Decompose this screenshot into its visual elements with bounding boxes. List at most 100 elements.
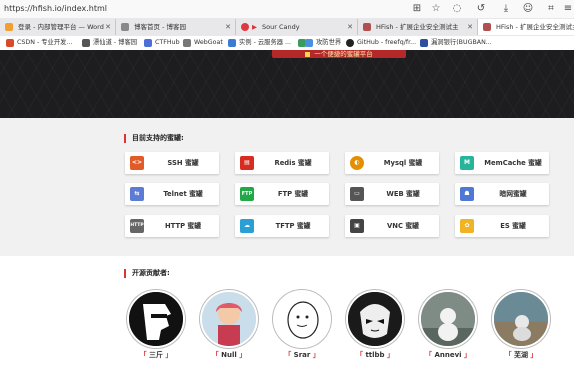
bookmark-icon (420, 39, 428, 47)
tab-favicon (483, 23, 491, 31)
honeypot-card-ssh[interactable]: <> SSH 蜜罐 (125, 152, 219, 174)
honeypot-label: MemCache 蜜罐 (484, 159, 542, 167)
honeypot-card-telnet[interactable]: ⇆ Telnet 蜜罐 (125, 183, 219, 205)
memcache-icon: M (460, 156, 474, 170)
contributor-name: 「 Null 」 (211, 351, 247, 359)
grid-icon[interactable]: ⊞ (411, 3, 423, 15)
slogan-text: 一个便捷的蜜罐平台 (314, 50, 373, 58)
tab-strip: 登录 - 内部管理平台 — Word ✕ 博客首页 - 博客园 ✕ ▶ Sour… (0, 18, 574, 37)
honeypot-card-es[interactable]: ✿ ES 蜜罐 (455, 215, 549, 237)
crop-icon[interactable]: ⌗ (545, 3, 557, 15)
honeypot-label: ES 蜜罐 (500, 222, 526, 230)
honeypot-card-mysql[interactable]: ◐ Mysql 蜜罐 (345, 152, 439, 174)
bookmark-bugbank[interactable]: 漏洞银行(BUGBAN... (420, 37, 492, 49)
tab-label: 博客首页 - 博客园 (134, 23, 186, 31)
download-icon[interactable]: ⤓ (500, 3, 512, 15)
honeypot-card-ftp[interactable]: FTP FTP 蜜罐 (235, 183, 329, 205)
honeypot-label: Mysql 蜜罐 (383, 159, 423, 167)
honeypot-label: Telnet 蜜罐 (163, 190, 203, 198)
bookmark-adworld[interactable]: 攻防世界 (305, 37, 341, 49)
honeypot-label: TFTP 蜜罐 (275, 222, 311, 230)
sync-icon[interactable]: ◌ (451, 3, 463, 15)
avatar[interactable] (419, 290, 477, 348)
honeypot-card-memcache[interactable]: M MemCache 蜜罐 (455, 152, 549, 174)
honeypot-card-redis[interactable]: ▤ Redis 蜜罐 (235, 152, 329, 174)
tab-favicon (363, 23, 371, 31)
url-field[interactable]: https://hfish.io/index.html (4, 4, 107, 13)
web-icon: ▭ (350, 187, 364, 201)
honeypot-card-web[interactable]: ▭ WEB 蜜罐 (345, 183, 439, 205)
bookmark-icon (144, 39, 152, 47)
bookmark-github[interactable]: GitHub - freefq/fr... (346, 37, 416, 49)
menu-icon[interactable]: ≡ (562, 3, 574, 15)
honeypot-label: Redis 蜜罐 (274, 159, 312, 167)
avatar[interactable] (127, 290, 185, 348)
slogan-banner: 一个便捷的蜜罐平台 (272, 50, 406, 58)
bookmark-cloud-server[interactable]: 实例 - 云服务器 ... (228, 37, 291, 49)
tftp-icon: ☁ (240, 219, 254, 233)
play-icon: ▶ (252, 23, 257, 31)
tab-favicon (121, 23, 129, 31)
honeypot-card-tftp[interactable]: ☁ TFTP 蜜罐 (235, 215, 329, 237)
contributor-name: 「 芜湖 」 (504, 351, 538, 359)
honeypot-label: FTP 蜜罐 (277, 190, 309, 198)
avatar[interactable] (492, 290, 550, 348)
ssh-icon: <> (130, 156, 144, 170)
tab-favicon (241, 23, 249, 31)
close-icon[interactable]: ✕ (467, 19, 473, 35)
bookmark-icon (183, 39, 191, 47)
honeypot-label: 暗网蜜罐 (499, 190, 527, 198)
tab-label: Sour Candy (262, 23, 300, 31)
avatar[interactable] (273, 290, 331, 348)
tab-label: HFish - 扩展企业安全测试主 (376, 23, 459, 31)
contributors-title: 开源贡献者: (124, 269, 170, 278)
bookmark-icon (305, 39, 313, 47)
bookmark-blog[interactable]: 漂仙道 - 博客园 (82, 37, 137, 49)
honeypot-label: WEB 蜜罐 (386, 190, 420, 198)
contributor-name: 「 Annevi 」 (425, 351, 471, 359)
honeypots-section: 目前支持的蜜罐: <> SSH 蜜罐 ▤ Redis 蜜罐 ◐ Mysql 蜜罐… (0, 118, 574, 256)
bookmarks-bar: CSDN - 专业开发... 漂仙道 - 博客园 CTFHub WebGoat … (0, 36, 574, 51)
tab-2[interactable]: 博客首页 - 博客园 ✕ (116, 19, 236, 35)
bookmark-csdn[interactable]: CSDN - 专业开发... (6, 37, 72, 49)
es-icon: ✿ (460, 219, 474, 233)
tab-1[interactable]: 登录 - 内部管理平台 — Word ✕ (0, 19, 116, 35)
history-back-icon[interactable]: ↺ (475, 3, 487, 15)
hero-banner: 一个便捷的蜜罐平台 (0, 50, 574, 118)
close-icon[interactable]: ✕ (225, 19, 231, 35)
contributor-name: 「 Srar 」 (284, 351, 320, 359)
contributor-name: 「 ttlbb 」 (356, 351, 394, 359)
honeypot-label: VNC 蜜罐 (387, 222, 419, 230)
star-icon[interactable]: ☆ (430, 3, 442, 15)
honeypot-label: HTTP 蜜罐 (164, 222, 202, 230)
tab-label: HFish - 扩展企业安全测试主 (496, 23, 574, 31)
close-icon[interactable]: ✕ (105, 19, 111, 35)
http-icon: HTTP (130, 219, 144, 233)
avatar[interactable] (200, 290, 258, 348)
honeypot-card-vnc[interactable]: ▣ VNC 蜜罐 (345, 215, 439, 237)
close-icon[interactable]: ✕ (347, 19, 353, 35)
tab-label: 登录 - 内部管理平台 — Word (18, 23, 104, 31)
bookmark-icon (82, 39, 90, 47)
honeypots-title: 目前支持的蜜罐: (124, 134, 184, 143)
contributor-name: 「 三斤 」 (139, 351, 173, 359)
honeypot-card-darknet[interactable]: ☗ 暗网蜜罐 (455, 183, 549, 205)
mysql-icon: ◐ (350, 156, 364, 170)
tab-5-active[interactable]: HFish - 扩展企业安全测试主 (478, 19, 574, 35)
slogan-icon (305, 51, 311, 57)
telnet-icon: ⇆ (130, 187, 144, 201)
darknet-icon: ☗ (460, 187, 474, 201)
bookmark-icon (6, 39, 14, 47)
avatar[interactable] (346, 290, 404, 348)
bookmark-webgoat[interactable]: WebGoat (183, 37, 223, 49)
bookmark-ctfhub[interactable]: CTFHub (144, 37, 180, 49)
tab-favicon (5, 23, 13, 31)
honeypot-label: SSH 蜜罐 (167, 159, 199, 167)
honeypot-card-http[interactable]: HTTP HTTP 蜜罐 (125, 215, 219, 237)
profile-icon[interactable]: ☺ (522, 3, 534, 15)
github-icon (346, 39, 354, 47)
redis-icon: ▤ (240, 156, 254, 170)
cloud-icon (228, 39, 236, 47)
tab-4[interactable]: HFish - 扩展企业安全测试主 ✕ (358, 19, 478, 35)
tab-3[interactable]: ▶ Sour Candy ✕ (236, 19, 358, 35)
